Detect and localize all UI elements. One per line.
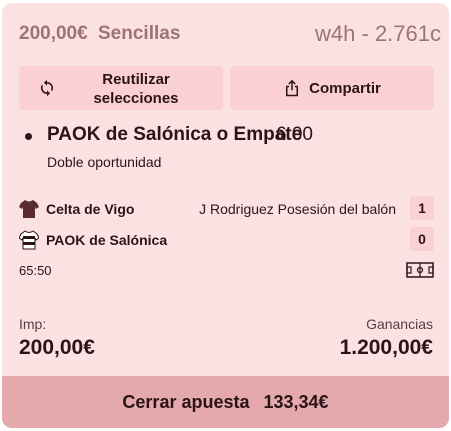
cash-out-label: Cerrar apuesta [122, 391, 250, 412]
jersey-icon [19, 230, 39, 250]
share-button[interactable]: Compartir [230, 66, 434, 110]
bet-header: 200,00€ Sencillas w4h - 2.761c [2, 3, 449, 61]
bet-reference-code: w4h - 2.761c [315, 21, 441, 46]
selection-odds: 6.00 [276, 124, 313, 145]
selection-market: Doble oportunidad [47, 154, 162, 170]
cash-out-amount: 133,34€ [263, 391, 329, 412]
share-icon [286, 79, 299, 97]
selection-bullet [25, 133, 32, 140]
header-bet-type: Sencillas [98, 23, 181, 44]
reuse-selections-button[interactable]: Reutilizar selecciones [19, 66, 223, 110]
winnings-value: 1.200,00€ [339, 336, 433, 359]
jersey-icon [19, 200, 39, 218]
bet-card: 200,00€ Sencillas w4h - 2.761c Reutiliza… [2, 3, 449, 428]
score-home: 1 [410, 196, 434, 220]
cash-out-button[interactable]: Cerrar apuesta 133,34€ [2, 376, 449, 428]
possession-label: J Rodriguez Posesión del balón [199, 201, 396, 217]
winnings-label: Ganancias [366, 316, 433, 332]
header-stake: 200,00€ [19, 23, 88, 44]
selection-name: PAOK de Salónica o Empate [47, 124, 303, 145]
match-clock: 65:50 [19, 263, 52, 278]
refresh-icon [40, 79, 54, 97]
team-name-away: PAOK de Salónica [46, 232, 168, 248]
pitch-icon[interactable] [406, 262, 434, 278]
score-away: 0 [410, 227, 434, 251]
stake-value: 200,00€ [19, 336, 95, 359]
team-name-home: Celta de Vigo [46, 201, 135, 217]
reuse-selections-label: Reutilizar selecciones [93, 71, 179, 107]
stake-label: Imp: [19, 316, 47, 332]
share-label: Compartir [309, 79, 381, 97]
team-row-away: PAOK de Salónica 0 [19, 227, 434, 254]
team-row-home: Celta de Vigo J Rodriguez Posesión del b… [19, 196, 434, 223]
